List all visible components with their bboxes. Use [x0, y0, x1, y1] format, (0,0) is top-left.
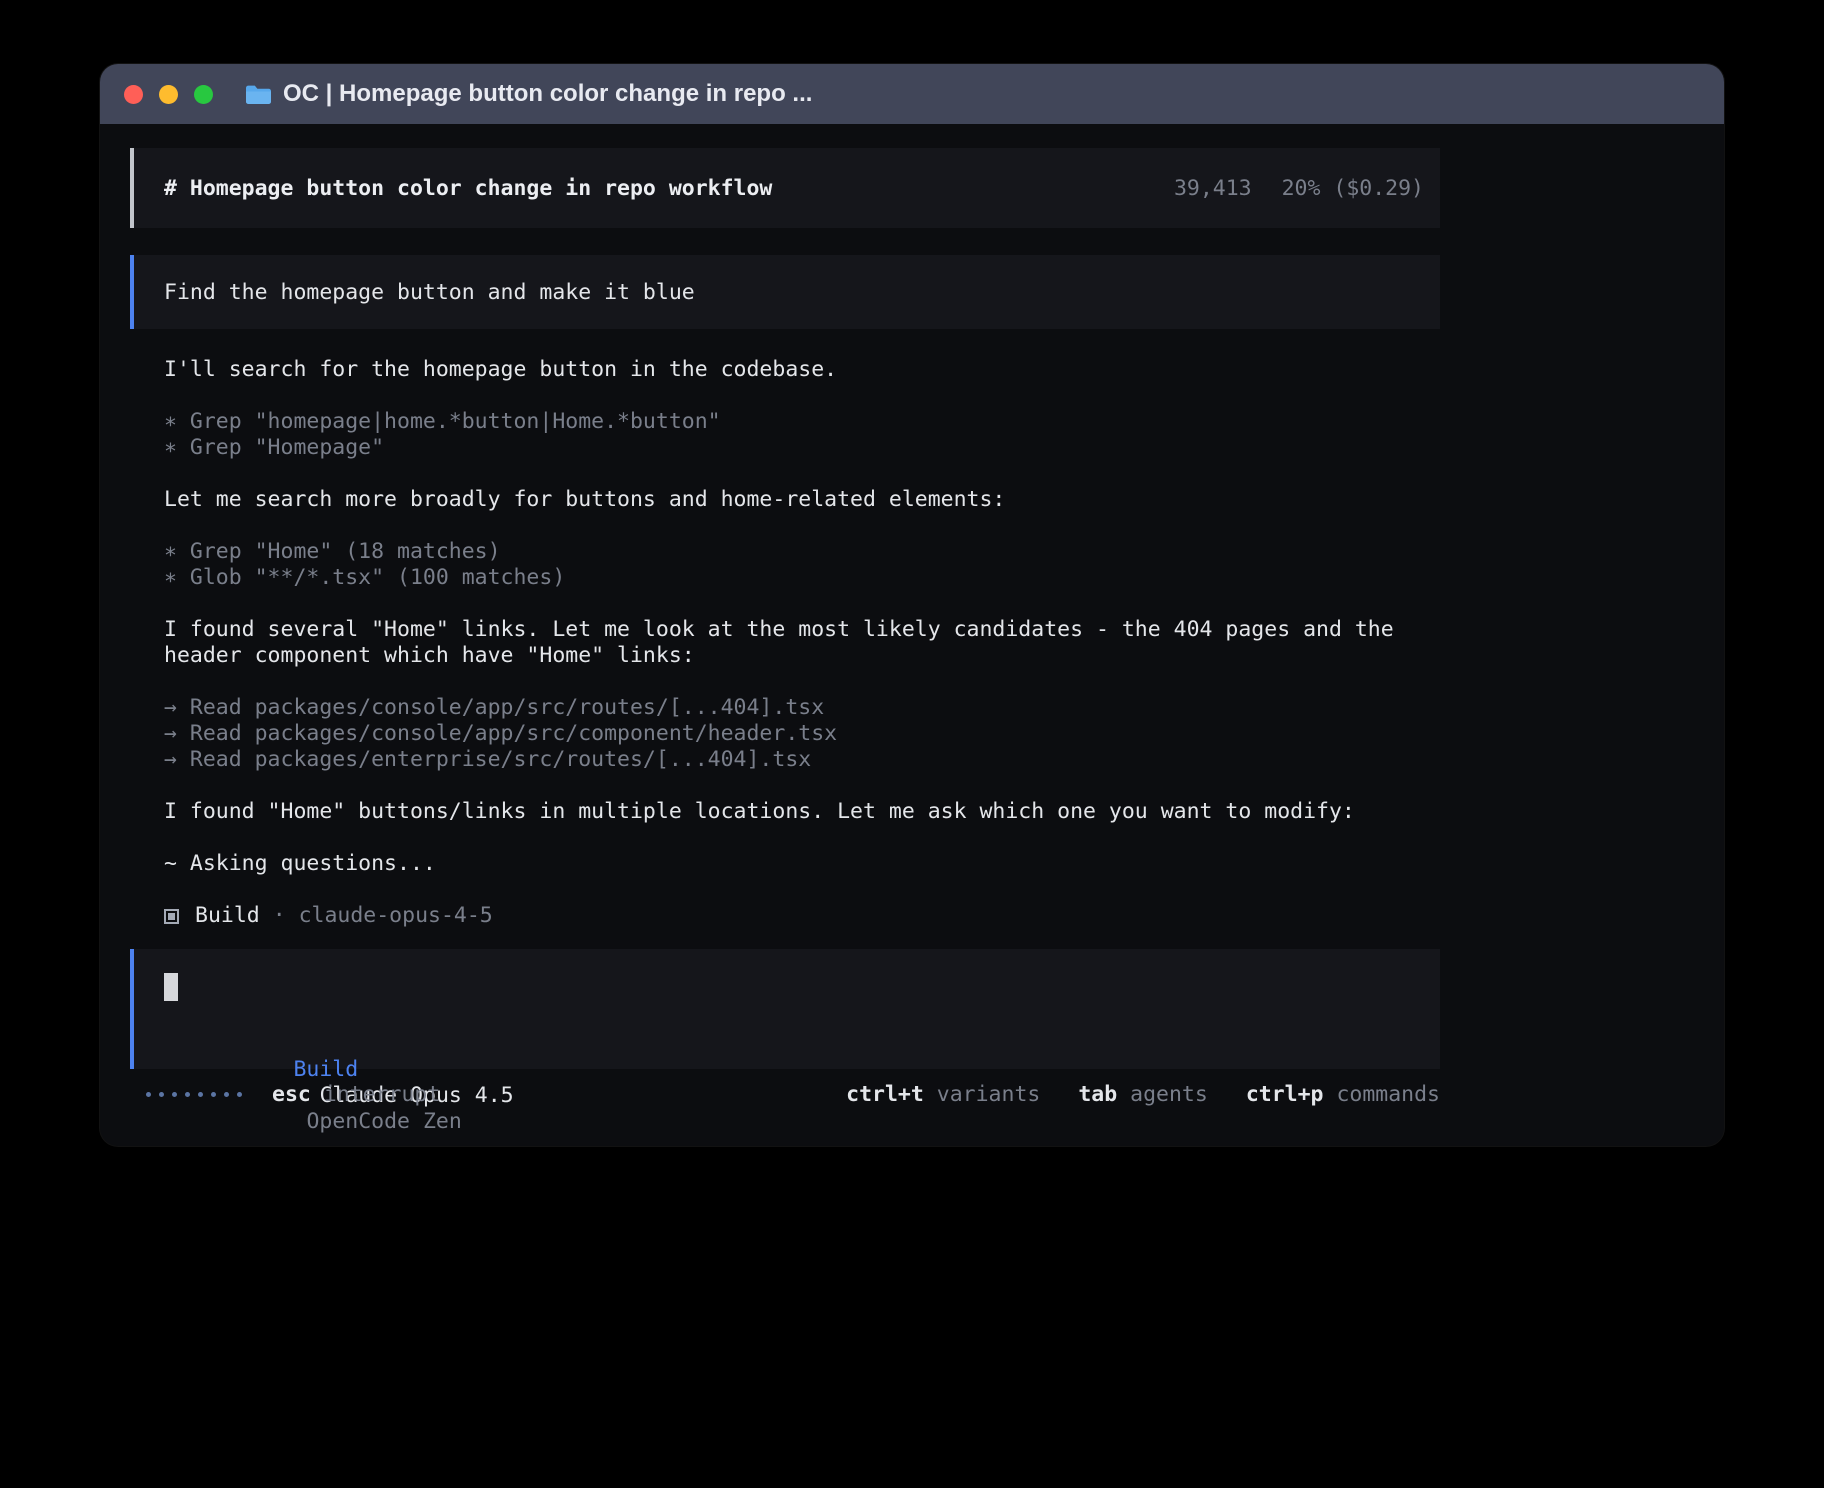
- agent-model-name: claude-opus-4-5: [299, 903, 493, 929]
- spinner-dot: [211, 1092, 216, 1097]
- context-usage-cost: 20% ($0.29): [1282, 176, 1424, 201]
- assistant-text-line: I'll search for the homepage button in t…: [164, 357, 1440, 383]
- session-title: # Homepage button color change in repo w…: [164, 176, 772, 201]
- blank-line: [164, 513, 1440, 539]
- spinner-dots: [146, 1092, 250, 1097]
- zoom-window-button[interactable]: [194, 85, 213, 104]
- assistant-text-line: ~ Asking questions...: [164, 851, 1440, 877]
- key-label: tab: [1078, 1082, 1117, 1107]
- tool-call-line: ∗ Grep "homepage|home.*button|Home.*butt…: [164, 409, 1440, 435]
- tool-call-line: → Read packages/enterprise/src/routes/[.…: [164, 747, 1440, 773]
- spinner-dot: [159, 1092, 164, 1097]
- keybind-hint-commands: ctrl+p commands: [1246, 1082, 1440, 1107]
- tool-call-line: ∗ Grep "Homepage": [164, 435, 1440, 461]
- folder-icon: [245, 84, 272, 105]
- spinner-dot: [224, 1092, 229, 1097]
- user-message-text: Find the homepage button and make it blu…: [164, 280, 695, 305]
- session-header: # Homepage button color change in repo w…: [130, 148, 1440, 228]
- separator-dot: ·: [260, 903, 299, 929]
- hint-label: commands: [1336, 1082, 1440, 1107]
- user-message: Find the homepage button and make it blu…: [130, 255, 1440, 329]
- tool-call-line: ∗ Glob "**/*.tsx" (100 matches): [164, 565, 1440, 591]
- provider-label: OpenCode Zen: [306, 1109, 461, 1134]
- tool-call-line: ∗ Grep "Home" (18 matches): [164, 539, 1440, 565]
- blank-line: [164, 669, 1440, 695]
- close-window-button[interactable]: [124, 85, 143, 104]
- window-title: OC | Homepage button color change in rep…: [283, 80, 812, 108]
- terminal-window: OC | Homepage button color change in rep…: [100, 64, 1724, 1146]
- hint-label: agents: [1130, 1082, 1208, 1107]
- keybind-hint-agents: tab agents: [1078, 1082, 1207, 1107]
- spinner-dot: [172, 1092, 177, 1097]
- blank-line: [164, 773, 1440, 799]
- assistant-text-line: Let me search more broadly for buttons a…: [164, 487, 1440, 513]
- blank-line: [164, 877, 1440, 903]
- status-bar: esc interrupt ctrl+t variantstab agentsc…: [130, 1081, 1440, 1107]
- token-count: 39,413: [1174, 176, 1252, 201]
- keybind-hints: ctrl+t variants tab agents ctrl+p commands: [808, 1082, 1440, 1107]
- session-stats: 39,413 20% ($0.29): [1174, 176, 1424, 201]
- desktop-background: OC | Homepage button color change in rep…: [0, 0, 1824, 1488]
- prompt-input[interactable]: Build Claude Opus 4.5 OpenCode Zen: [130, 949, 1440, 1069]
- blank-line: [164, 461, 1440, 487]
- key-label: ctrl+t: [846, 1082, 924, 1107]
- window-titlebar[interactable]: OC | Homepage button color change in rep…: [100, 64, 1724, 124]
- assistant-transcript: I'll search for the homepage button in t…: [130, 357, 1440, 929]
- text-cursor: [164, 973, 178, 1001]
- interrupt-hint: esc interrupt: [272, 1082, 440, 1107]
- agent-mode-label: Build: [293, 1057, 358, 1082]
- esc-key-label: esc: [272, 1082, 311, 1107]
- hint-label: variants: [937, 1082, 1041, 1107]
- interrupt-label: interrupt: [324, 1082, 441, 1107]
- keybind-hint-variants: ctrl+t variants: [846, 1082, 1040, 1107]
- key-label: ctrl+p: [1246, 1082, 1324, 1107]
- minimize-window-button[interactable]: [159, 85, 178, 104]
- tool-call-line: → Read packages/console/app/src/routes/[…: [164, 695, 1440, 721]
- blank-line: [164, 825, 1440, 851]
- agent-status-line: Build · claude-opus-4-5: [164, 903, 1440, 929]
- assistant-text-line: I found several "Home" links. Let me loo…: [164, 617, 1440, 669]
- agent-icon: [164, 909, 179, 924]
- traffic-lights: [124, 85, 229, 104]
- spinner-dot: [237, 1092, 242, 1097]
- blank-line: [164, 383, 1440, 409]
- spinner-dot: [185, 1092, 190, 1097]
- spinner-dot: [198, 1092, 203, 1097]
- agent-name: Build: [195, 903, 260, 929]
- tool-call-line: → Read packages/console/app/src/componen…: [164, 721, 1440, 747]
- blank-line: [164, 591, 1440, 617]
- assistant-text-line: I found "Home" buttons/links in multiple…: [164, 799, 1440, 825]
- spinner-dot: [146, 1092, 151, 1097]
